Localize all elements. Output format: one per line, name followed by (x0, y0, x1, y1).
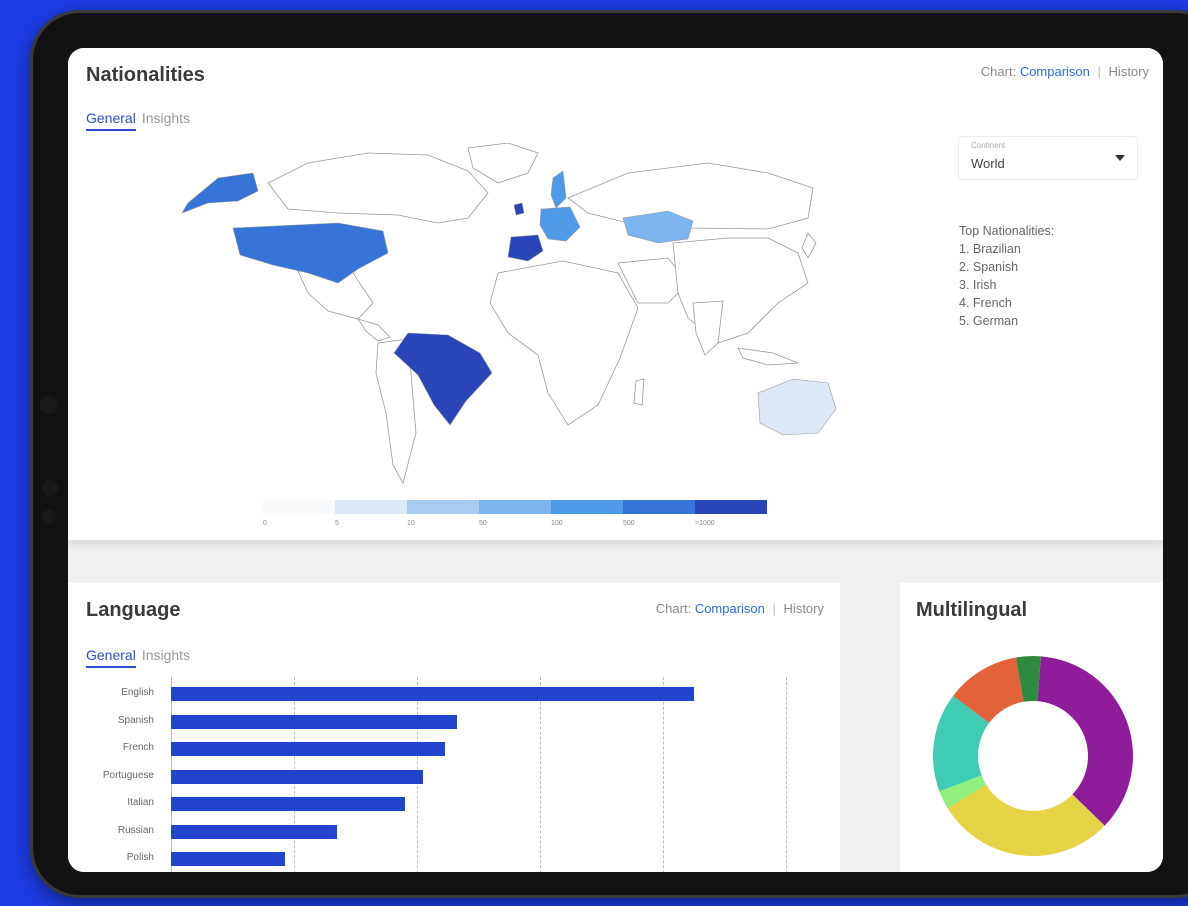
map-madagascar (633, 378, 645, 406)
grid-line (540, 677, 541, 872)
separator: | (772, 601, 776, 616)
map-indonesia (737, 347, 799, 366)
bar (171, 797, 405, 811)
donut-slice (1037, 656, 1133, 826)
language-tabs: General Insights (86, 647, 196, 668)
nationalities-chart-switch: Chart: Comparison | History (981, 64, 1149, 79)
bar (171, 769, 424, 784)
bar (171, 852, 285, 866)
chart-label: Chart: (655, 601, 692, 616)
top-nationalities: Top Nationalities: 1. Brazilian 2. Spani… (959, 222, 1054, 330)
map-canada (267, 152, 489, 224)
multilingual-card: Multilingual (900, 583, 1163, 872)
map-greenland (467, 143, 539, 184)
tab-insights[interactable]: Insights (142, 647, 190, 663)
bar-label: French (122, 742, 154, 753)
language-title: Language (86, 599, 181, 621)
caret-down-icon (1115, 155, 1125, 161)
continent-label: Continent (971, 141, 1006, 150)
grid-line (786, 677, 787, 872)
map-alaska (181, 172, 259, 214)
map-spain (507, 234, 544, 262)
bar-label: Russian (117, 824, 154, 836)
screen: Nationalities Chart: Comparison | Histor… (68, 48, 1163, 872)
list-item: 3. Irish (959, 278, 997, 292)
multilingual-title: Multilingual (916, 599, 1028, 621)
multilingual-donut-chart (933, 656, 1133, 856)
comparison-link[interactable]: Comparison (1020, 64, 1090, 79)
list-item: 4. French (959, 296, 1012, 310)
legend-swatch (623, 500, 695, 514)
legend-label: >1000 (695, 520, 715, 527)
legend-label: 0 (263, 520, 267, 527)
world-map (181, 143, 837, 485)
map-central-america (357, 318, 391, 342)
comparison-link[interactable]: Comparison (695, 601, 765, 616)
legend-label: 10 (407, 520, 415, 527)
tab-insights[interactable]: Insights (142, 110, 190, 126)
legend-label: 5 (335, 520, 339, 527)
legend-label: 500 (623, 520, 635, 527)
map-africa (489, 260, 639, 426)
side-button (40, 396, 58, 414)
map-usa (232, 222, 389, 284)
legend-label: 100 (551, 520, 563, 527)
map-legend-bar (263, 500, 767, 514)
bar (171, 824, 338, 839)
map-australia (757, 378, 837, 436)
bar-label: English (121, 687, 154, 698)
separator: | (1097, 64, 1101, 79)
continent-select[interactable]: Continent World (958, 136, 1138, 180)
legend-swatch (479, 500, 551, 514)
legend-swatch (695, 500, 767, 514)
continent-value: World (971, 156, 1005, 171)
bar-label: Polish (126, 852, 154, 863)
map-ireland (513, 202, 525, 216)
history-link[interactable]: History (1109, 64, 1149, 79)
language-card: Language Chart: Comparison | History Gen… (68, 583, 840, 872)
side-button (42, 480, 58, 496)
legend-swatch (407, 500, 479, 514)
side-button (42, 510, 56, 524)
language-bar-chart: English Spanish French Portuguese Italian Rus… (68, 677, 840, 872)
list-item: 2. Spanish (959, 260, 1019, 274)
bar (171, 714, 457, 729)
map-japan (801, 232, 817, 259)
language-chart-switch: Chart: Comparison | History (656, 601, 824, 616)
bar-label: Spanish (117, 714, 154, 726)
legend-label: 50 (479, 520, 487, 527)
bar (171, 742, 445, 756)
nationalities-title: Nationalities (86, 64, 205, 86)
map-india (692, 300, 724, 356)
legend-swatch (335, 500, 407, 514)
nationalities-card: Nationalities Chart: Comparison | Histor… (68, 48, 1163, 540)
map-asia (672, 237, 809, 344)
bar-label: Italian (127, 797, 154, 808)
history-link[interactable]: History (784, 601, 824, 616)
list-item: 5. German (959, 314, 1019, 328)
legend-swatch (551, 500, 623, 514)
list-item: 1. Brazilian (959, 242, 1021, 256)
map-russia (567, 162, 814, 230)
bar-label: Portuguese (102, 769, 154, 781)
bar (171, 687, 694, 701)
grid-line (663, 677, 664, 872)
tab-general[interactable]: General (86, 647, 136, 668)
map-central-europe (539, 206, 581, 242)
tab-general[interactable]: General (86, 110, 136, 131)
legend-swatch (263, 500, 335, 514)
chart-label: Chart: (980, 64, 1017, 79)
top-nationalities-heading: Top Nationalities: (959, 224, 1055, 238)
map-sweden (550, 170, 567, 209)
nationalities-tabs: General Insights (86, 110, 196, 131)
